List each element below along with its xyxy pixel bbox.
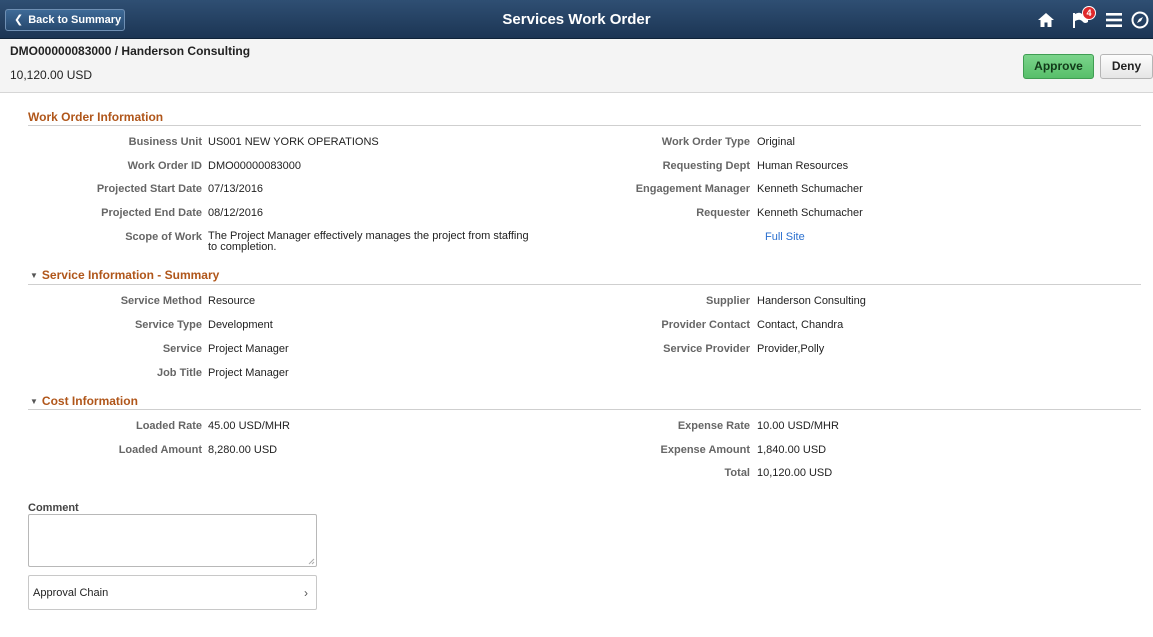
cost-information-toggle[interactable]: ▼ Cost Information [30,394,138,408]
field-label: Requester [696,207,750,219]
navbar-button[interactable] [1131,0,1153,39]
collapse-triangle-icon: ▼ [30,271,38,280]
navbar-icon [1131,11,1149,28]
service-information-toggle[interactable]: ▼ Service Information - Summary [30,268,219,282]
actions-menu-button[interactable] [1097,0,1131,39]
page-title: Services Work Order [502,11,651,28]
supplier-value: Handerson Consulting [757,295,866,307]
field-label: Projected End Date [101,207,202,219]
field-label: Engagement Manager [635,183,750,195]
projected-end-date-value: 08/12/2016 [208,207,264,219]
section-divider [28,409,1141,410]
field-label: Work Order ID [127,160,202,172]
comment-label: Comment [28,502,79,514]
business-unit-value: US001 NEW YORK OPERATIONS [208,136,379,148]
field-label: Supplier [705,295,750,307]
work-order-type-value: Original [757,136,795,148]
field-label: Provider Contact [661,319,750,331]
notifications-button[interactable]: 4 [1063,0,1097,39]
service-information-heading: Service Information - Summary [41,268,220,282]
projected-start-date-value: 07/13/2016 [208,183,264,195]
back-button-label: Back to Summary [28,14,122,26]
requester-value: Kenneth Schumacher [757,207,863,219]
expense-rate-value: 10.00 USD/MHR [757,420,839,432]
service-value: Project Manager [208,343,289,355]
field-label: Total [724,467,750,479]
service-method-value: Resource [208,295,256,307]
field-label: Projected Start Date [96,183,202,195]
deny-button[interactable]: Deny [1100,54,1153,79]
loaded-amount-value: 8,280.00 USD [208,444,278,456]
field-label: Service Provider [663,343,750,355]
top-banner: ❮ Back to Summary Services Work Order 4 [0,0,1153,39]
back-to-summary-button[interactable]: ❮ Back to Summary [5,9,125,31]
chevron-left-icon: ❮ [14,14,24,26]
field-label: Service Type [134,319,202,331]
chevron-right-icon: › [304,586,308,600]
banner-actions: 4 [1029,0,1153,39]
approval-chain-row[interactable]: Approval Chain › [28,575,317,610]
field-label: Expense Rate [677,420,750,432]
field-label: Scope of Work [125,231,202,243]
menu-icon [1106,12,1122,27]
field-label: Service [162,343,202,355]
field-label: Work Order Type [661,136,750,148]
service-type-value: Development [208,319,273,331]
work-order-information-heading: Work Order Information [28,110,164,124]
notification-count-badge: 4 [1082,6,1096,20]
provider-contact-value: Contact, Chandra [757,319,844,331]
job-title-value: Project Manager [208,367,289,379]
field-label: Requesting Dept [662,160,750,172]
service-provider-value: Provider,Polly [757,343,825,355]
loaded-rate-value: 45.00 USD/MHR [208,420,290,432]
full-site-link[interactable]: Full Site [765,231,805,243]
requesting-dept-value: Human Resources [757,160,849,172]
section-divider [28,284,1141,285]
expense-amount-value: 1,840.00 USD [757,444,827,456]
home-button[interactable] [1029,0,1063,39]
field-label: Expense Amount [660,444,750,456]
home-icon [1038,12,1054,27]
total-value: 10,120.00 USD [757,467,833,479]
approve-button[interactable]: Approve [1023,54,1094,79]
engagement-manager-value: Kenneth Schumacher [757,183,863,195]
field-label: Service Method [120,295,202,307]
approval-chain-label: Approval Chain [33,587,109,599]
field-label: Loaded Rate [135,420,202,432]
work-order-amount: 10,120.00 USD [10,68,93,82]
field-label: Loaded Amount [118,444,202,456]
collapse-triangle-icon: ▼ [30,397,38,406]
work-order-id-value: DMO00000083000 [208,160,301,172]
scope-of-work-value: The Project Manager effectively manages … [208,230,529,253]
comment-input[interactable] [28,514,317,567]
field-label: Job Title [156,367,202,379]
cost-information-heading: Cost Information [41,394,138,408]
work-order-header: DMO00000083000 / Handerson Consulting 10… [0,39,1153,93]
work-order-identifier: DMO00000083000 / Handerson Consulting [10,44,251,58]
section-divider [28,125,1141,126]
field-label: Business Unit [128,136,202,148]
